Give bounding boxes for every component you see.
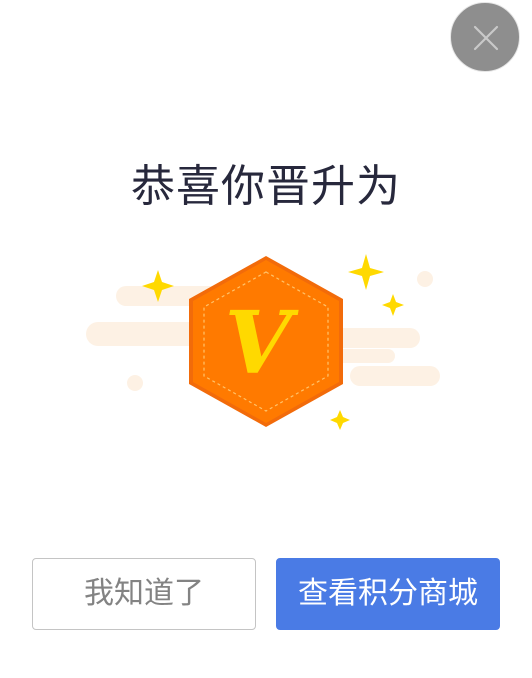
close-icon	[473, 25, 499, 51]
dismiss-button[interactable]: 我知道了	[32, 558, 256, 630]
level-badge-illustration: V	[86, 254, 440, 430]
view-points-mall-button[interactable]: 查看积分商城	[276, 558, 500, 630]
badge-letter: V	[225, 293, 300, 394]
dialog-title: 恭喜你晋升为	[131, 161, 401, 212]
close-button[interactable]	[450, 2, 520, 72]
level-badge: V	[189, 256, 343, 427]
